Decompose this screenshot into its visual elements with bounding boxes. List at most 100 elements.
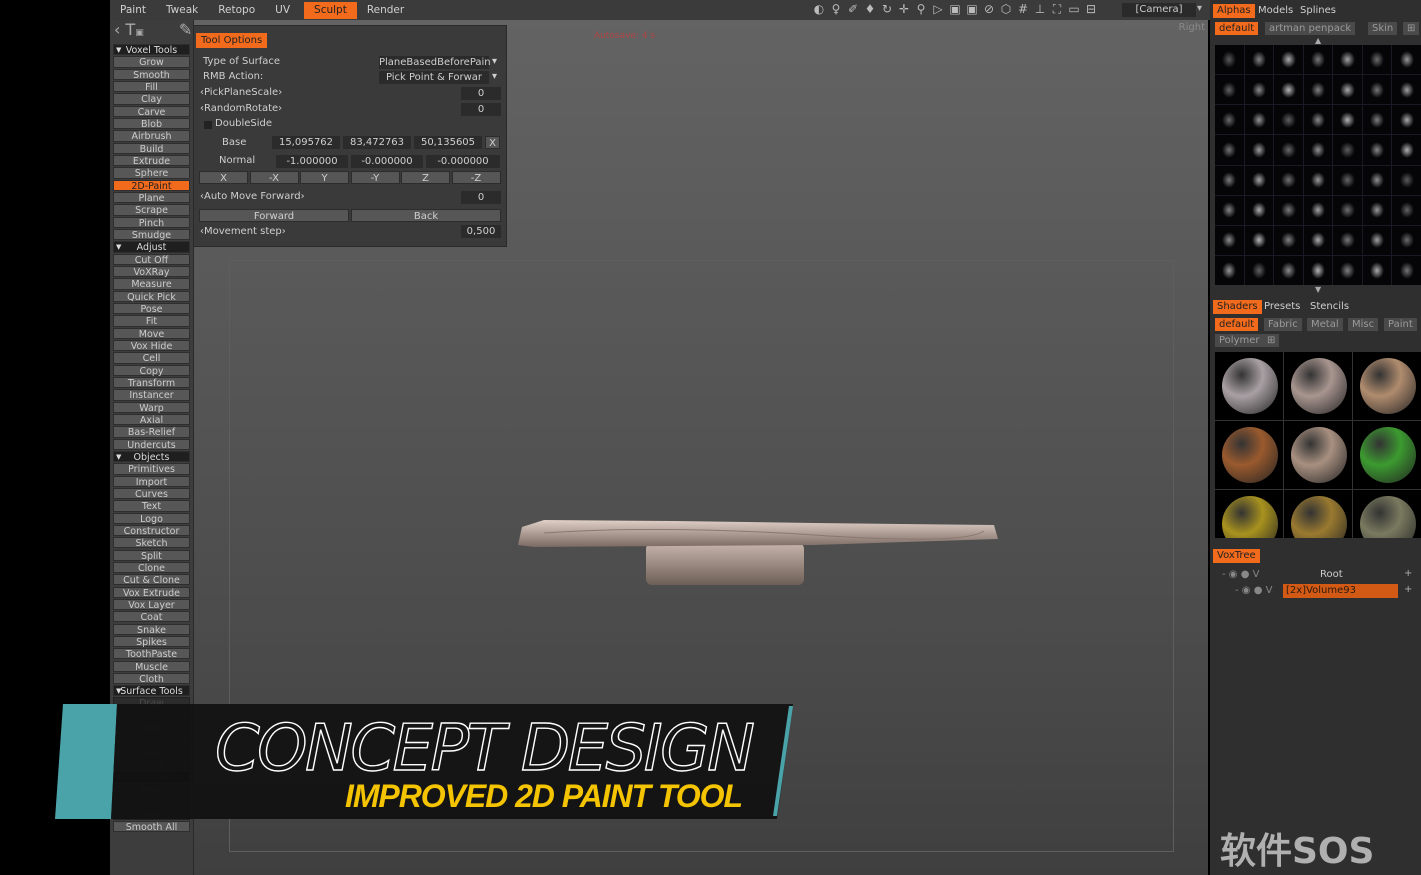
alpha-thumbnail[interactable]: [1362, 75, 1392, 105]
tool-instancer[interactable]: Instancer: [113, 389, 190, 401]
auto-move-forward-field[interactable]: 0: [461, 191, 501, 204]
alpha-thumbnail[interactable]: [1362, 225, 1392, 255]
alpha-thumbnail[interactable]: [1333, 105, 1362, 135]
shader-preview[interactable]: [1284, 490, 1352, 538]
shader-set-fabric[interactable]: Fabric: [1264, 318, 1302, 331]
collapse-icon[interactable]: ▼: [116, 686, 121, 697]
tab-models[interactable]: Models: [1254, 4, 1297, 18]
alpha-thumbnail[interactable]: [1303, 135, 1333, 165]
alpha-thumbnail[interactable]: [1392, 75, 1421, 105]
menu-render[interactable]: Render: [357, 2, 414, 19]
camera-select[interactable]: [Camera]: [1122, 3, 1196, 17]
type-of-surface-select[interactable]: PlaneBasedBeforePain: [379, 56, 491, 69]
tool-clone[interactable]: Clone: [113, 561, 190, 574]
alpha-thumbnail[interactable]: [1274, 45, 1303, 75]
shader-preview[interactable]: [1353, 352, 1421, 420]
shader-preview[interactable]: [1353, 421, 1421, 489]
alpha-thumbnail[interactable]: [1215, 45, 1244, 75]
tool-curves[interactable]: Curves: [113, 487, 190, 500]
alpha-thumbnail[interactable]: [1215, 75, 1244, 105]
tool-split[interactable]: Split: [113, 549, 190, 562]
tool-pose[interactable]: Pose: [113, 302, 190, 315]
tool-fill[interactable]: Fill: [113, 80, 190, 93]
menu-sculpt[interactable]: Sculpt: [304, 1, 357, 19]
axis-button-z[interactable]: Z: [401, 171, 450, 184]
tool-toothpaste[interactable]: ToothPaste: [113, 648, 190, 660]
no-icon[interactable]: ⊘: [982, 2, 996, 16]
alpha-thumbnail[interactable]: [1303, 45, 1333, 75]
image-icon[interactable]: ▭: [1067, 2, 1081, 16]
tool-snake[interactable]: Snake: [113, 623, 190, 636]
alpha-thumbnail[interactable]: [1244, 195, 1274, 225]
shader-set-polymer[interactable]: Polymer: [1215, 334, 1264, 347]
add-layer-icon[interactable]: +: [1404, 584, 1412, 595]
tool-undercuts[interactable]: Undercuts: [113, 438, 190, 451]
alpha-thumbnail[interactable]: [1274, 225, 1303, 255]
alpha-thumbnail[interactable]: [1244, 165, 1274, 195]
alpha-thumbnail[interactable]: [1362, 105, 1392, 135]
section-header[interactable]: ▼ Adjust: [113, 241, 190, 253]
light-icon[interactable]: ♀: [829, 2, 843, 16]
tool-move[interactable]: Move: [113, 327, 190, 340]
alpha-thumbnail[interactable]: [1215, 135, 1244, 165]
voxtree-root[interactable]: Root: [1320, 569, 1343, 580]
alpha-thumbnail[interactable]: [1392, 255, 1421, 285]
tool-cut-off[interactable]: Cut Off: [113, 253, 190, 266]
add-set-icon[interactable]: ⊞: [1263, 334, 1280, 347]
tool-extrude[interactable]: Extrude: [113, 154, 190, 167]
alpha-thumbnail[interactable]: [1215, 105, 1244, 135]
alpha-thumbnail[interactable]: [1244, 75, 1274, 105]
tool-carve[interactable]: Carve: [113, 105, 190, 118]
shader-preview[interactable]: [1215, 352, 1283, 420]
shader-set-paint[interactable]: Paint: [1384, 318, 1417, 331]
alpha-thumbnail[interactable]: [1303, 75, 1333, 105]
normal-y-field[interactable]: -0.000000: [351, 155, 423, 168]
chevron-down-icon[interactable]: ▾: [1197, 3, 1202, 14]
alpha-thumbnail[interactable]: [1392, 165, 1421, 195]
axis-icon[interactable]: ⊥: [1033, 2, 1047, 16]
tool-text[interactable]: Text: [113, 500, 190, 512]
alpha-thumbnail[interactable]: [1392, 195, 1421, 225]
alpha-thumbnail[interactable]: [1244, 225, 1274, 255]
shader-preview[interactable]: [1215, 490, 1283, 538]
axis-button-neg-y[interactable]: -Y: [350, 171, 400, 184]
alpha-thumbnail[interactable]: [1333, 45, 1362, 75]
voxtree-volume[interactable]: [2x]Volume93: [1283, 584, 1398, 598]
shader-set-metal[interactable]: Metal: [1307, 318, 1343, 331]
random-rotate-field[interactable]: 0: [461, 103, 501, 116]
alpha-thumbnail[interactable]: [1303, 105, 1333, 135]
tool-cloth[interactable]: Cloth: [113, 672, 190, 685]
axis-button-y[interactable]: Y: [300, 171, 349, 184]
alpha-thumbnail[interactable]: [1215, 165, 1244, 195]
tool-bas-relief[interactable]: Bas-Relief: [113, 426, 190, 438]
alpha-thumbnail[interactable]: [1333, 75, 1362, 105]
alpha-thumbnail[interactable]: [1274, 195, 1303, 225]
tool-smooth[interactable]: Smooth: [113, 68, 190, 81]
tool-smudge[interactable]: Smudge: [113, 228, 190, 241]
play-icon[interactable]: ▷: [931, 2, 945, 16]
alpha-thumbnail[interactable]: [1274, 135, 1303, 165]
alpha-thumbnail[interactable]: [1333, 165, 1362, 195]
tool-axial[interactable]: Axial: [113, 413, 190, 426]
movement-step-field[interactable]: 0,500: [461, 225, 501, 238]
back-button[interactable]: Back: [351, 209, 501, 222]
tool-airbrush[interactable]: Airbrush: [113, 130, 190, 142]
shader-preview[interactable]: [1284, 352, 1352, 420]
alpha-thumbnail[interactable]: [1244, 45, 1274, 75]
tool-constructor[interactable]: Constructor: [113, 524, 190, 537]
shader-set-misc[interactable]: Misc: [1348, 318, 1379, 331]
alpha-thumbnail[interactable]: [1362, 195, 1392, 225]
alpha-thumbnail[interactable]: [1303, 195, 1333, 225]
tool-2d-paint[interactable]: 2D-Paint: [113, 179, 190, 192]
alpha-thumbnail[interactable]: [1362, 45, 1392, 75]
menu-retopo[interactable]: Retopo: [208, 2, 265, 19]
brush-icon[interactable]: ✎: [179, 20, 192, 39]
alpha-thumbnail[interactable]: [1215, 255, 1244, 285]
forward-button[interactable]: Forward: [199, 209, 349, 222]
base-y-field[interactable]: 83,472763: [343, 136, 411, 149]
rotate-icon[interactable]: ↻: [880, 2, 894, 16]
alpha-thumbnail[interactable]: [1392, 45, 1421, 75]
tool-cell[interactable]: Cell: [113, 352, 190, 364]
alpha-thumbnail[interactable]: [1392, 135, 1421, 165]
tool-sphere[interactable]: Sphere: [113, 167, 190, 179]
